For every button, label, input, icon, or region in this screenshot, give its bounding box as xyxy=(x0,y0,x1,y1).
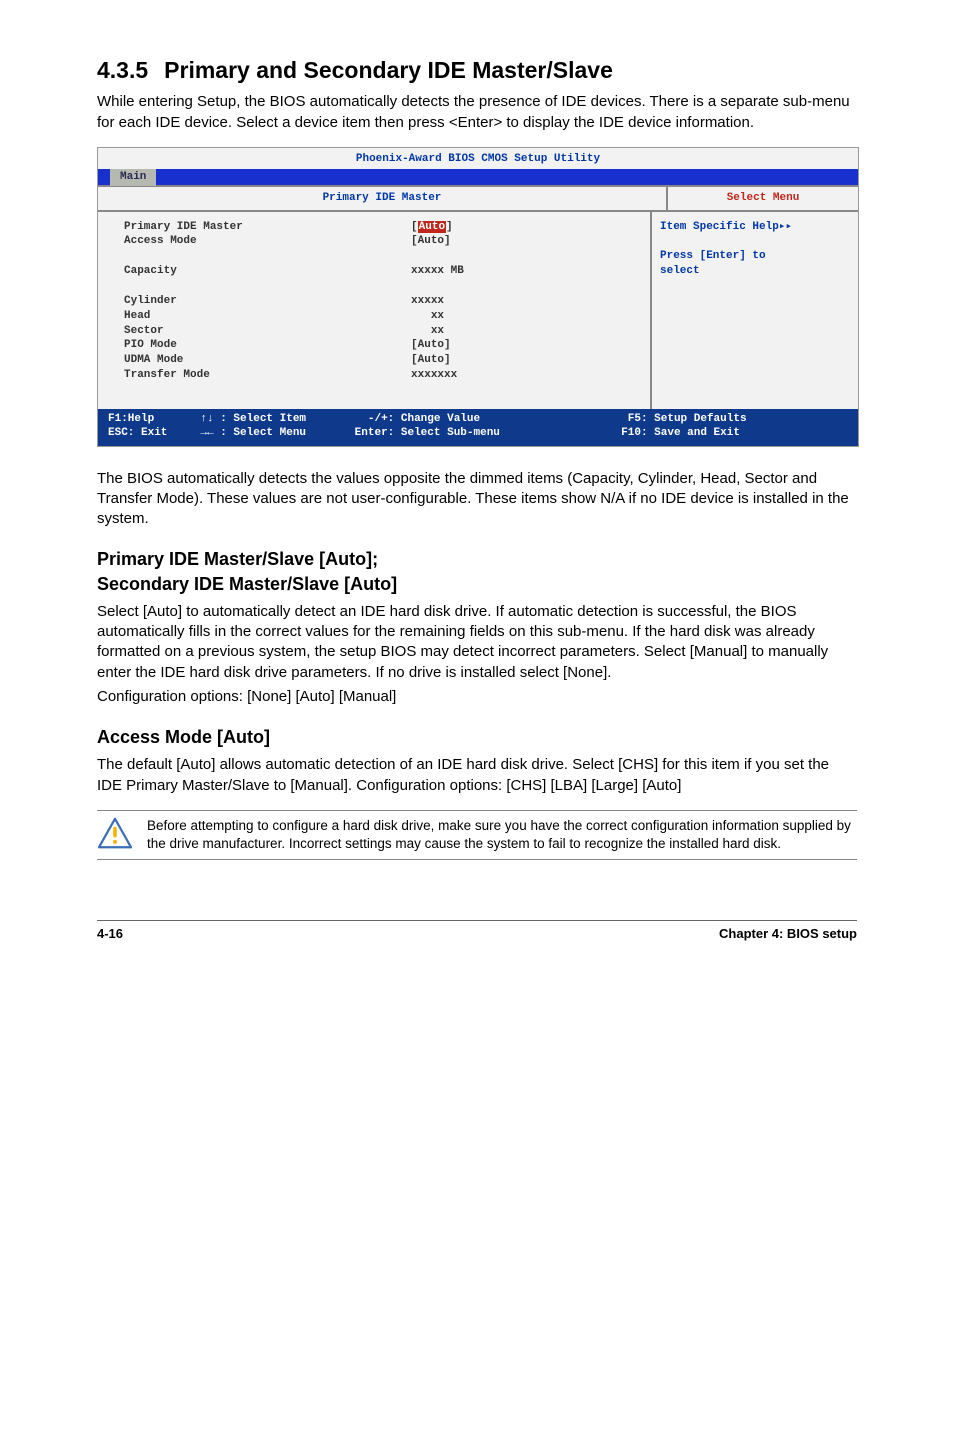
chapter-label: Chapter 4: BIOS setup xyxy=(719,925,857,943)
warning-text: Before attempting to configure a hard di… xyxy=(147,817,857,853)
bios-value-selected[interactable]: [Auto] xyxy=(411,221,453,233)
bios-footer-col1: F1:Help ↑↓ : Select Item ESC: Exit →← : … xyxy=(108,412,355,441)
bios-value: xxxxx xyxy=(411,295,444,307)
post-bios-paragraph: The BIOS automatically detects the value… xyxy=(97,469,857,530)
sub1-config-options: Configuration options: [None] [Auto] [Ma… xyxy=(97,687,857,707)
bios-item-values: [Auto] [Auto] xxxxx MB xxxxx xx xx [Auto… xyxy=(411,220,464,383)
bios-help-line: select xyxy=(660,265,700,277)
section-heading: 4.3.5 Primary and Secondary IDE Master/Sl… xyxy=(97,55,857,86)
bios-help-line: Item Specific Help▸▸ xyxy=(660,221,792,233)
bios-item-labels: Primary IDE Master Access Mode Capacity … xyxy=(98,220,411,383)
divider xyxy=(97,859,857,860)
bios-label: Access Mode xyxy=(124,235,197,247)
bios-label: Sector xyxy=(124,325,164,337)
bios-tab-bar: Main xyxy=(98,169,858,185)
bios-value: xx xyxy=(411,310,444,322)
bios-footer-keys: F1:Help ↑↓ : Select Item ESC: Exit →← : … xyxy=(98,409,858,446)
bios-body: Primary IDE Master Access Mode Capacity … xyxy=(98,212,858,409)
bios-screenshot: Phoenix-Award BIOS CMOS Setup Utility Ma… xyxy=(97,147,859,447)
bios-label: Primary IDE Master xyxy=(124,221,243,233)
warning-note: Before attempting to configure a hard di… xyxy=(97,817,857,853)
bios-value[interactable]: [Auto] xyxy=(411,354,451,366)
bios-value: xxxxxxx xyxy=(411,369,457,381)
bios-tab-main[interactable]: Main xyxy=(110,169,156,186)
sub1-paragraph: Select [Auto] to automatically detect an… xyxy=(97,602,857,683)
section-number: 4.3.5 xyxy=(97,57,148,83)
bios-window-title: Phoenix-Award BIOS CMOS Setup Utility xyxy=(98,148,858,169)
bios-label: PIO Mode xyxy=(124,339,177,351)
bios-label: Transfer Mode xyxy=(124,369,210,381)
bios-label: Head xyxy=(124,310,150,322)
sub2-paragraph: The default [Auto] allows automatic dete… xyxy=(97,755,857,796)
bios-value: xx xyxy=(411,325,444,337)
subheading-line2: Secondary IDE Master/Slave [Auto] xyxy=(97,574,397,594)
subheading-line1: Primary IDE Master/Slave [Auto]; xyxy=(97,549,378,569)
bios-value-highlight: Auto xyxy=(418,221,446,233)
bios-footer-col3: F5: Setup Defaults F10: Save and Exit xyxy=(601,412,848,441)
intro-paragraph: While entering Setup, the BIOS automatic… xyxy=(97,92,857,133)
subheading-primary-secondary: Primary IDE Master/Slave [Auto]; Seconda… xyxy=(97,547,857,596)
page-footer: 4-16 Chapter 4: BIOS setup xyxy=(97,920,857,943)
subheading-access-mode: Access Mode [Auto] xyxy=(97,725,857,749)
warning-icon xyxy=(97,817,133,849)
divider xyxy=(97,810,857,811)
bios-label: Capacity xyxy=(124,265,177,277)
bios-help-panel: Item Specific Help▸▸ Press [Enter] to se… xyxy=(652,212,858,409)
section-title: Primary and Secondary IDE Master/Slave xyxy=(164,57,613,83)
bios-panel-title: Primary IDE Master xyxy=(98,187,668,210)
page-number: 4-16 xyxy=(97,925,123,943)
bios-footer-col2: -/+: Change Value Enter: Select Sub-menu xyxy=(355,412,602,441)
bios-panel-header: Primary IDE Master Select Menu xyxy=(98,185,858,212)
bios-side-title: Select Menu xyxy=(668,187,858,210)
bios-value[interactable]: [Auto] xyxy=(411,339,451,351)
bios-value[interactable]: [Auto] xyxy=(411,235,451,247)
bios-label: Cylinder xyxy=(124,295,177,307)
bios-label: UDMA Mode xyxy=(124,354,183,366)
bios-value: xxxxx MB xyxy=(411,265,464,277)
bios-main-area: Primary IDE Master Access Mode Capacity … xyxy=(98,212,652,409)
bios-help-line: Press [Enter] to xyxy=(660,250,766,262)
